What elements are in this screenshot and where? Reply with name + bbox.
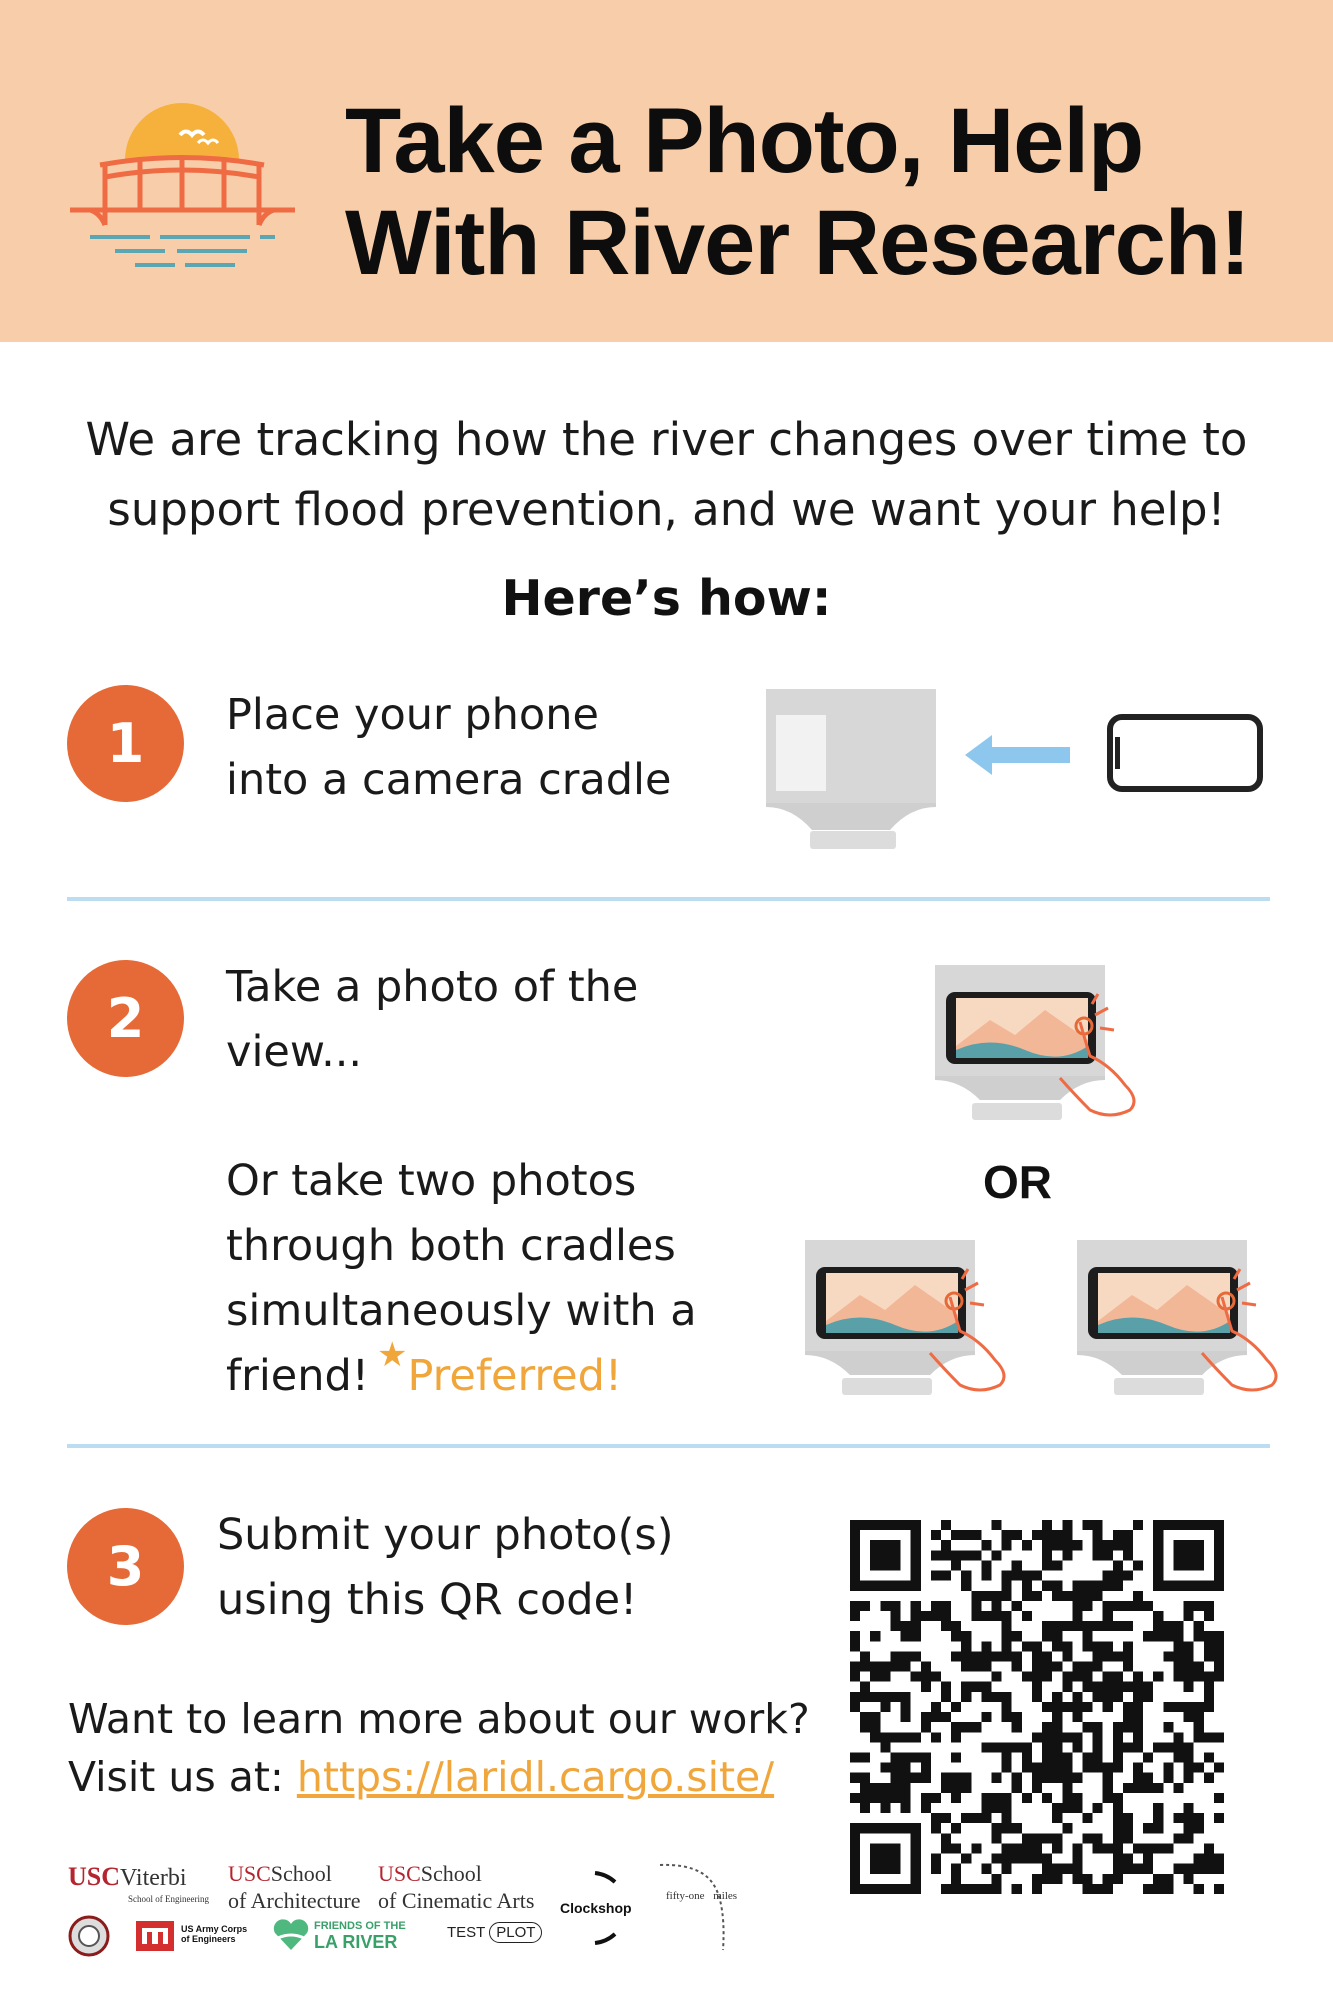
right-friend-photo-illustration <box>1077 1240 1278 1395</box>
test-label: TEST <box>447 1924 486 1941</box>
insert-phone-into-cradle-illustration <box>766 689 1263 849</box>
cinematic-arts-label: of Cinematic Arts <box>378 1888 535 1913</box>
step-3-text: Submit your photo(s) using this QR code! <box>217 1503 674 1633</box>
step-1-line-1: Place your phone <box>226 690 599 740</box>
step-2-alt-line-1: Or take two photos <box>226 1156 637 1206</box>
intro-line-1: We are tracking how the river changes ov… <box>85 413 1248 466</box>
viterbi-subtitle: School of Engineering <box>128 1894 209 1904</box>
learn-more-line-2: Visit us at: https://laridl.cargo.site/ <box>68 1748 810 1806</box>
qr-code[interactable] <box>850 1520 1224 1894</box>
intro-text: We are tracking how the river changes ov… <box>60 405 1273 545</box>
test-plot-logo: TEST PLOT <box>447 1922 543 1943</box>
usc-architecture-logo: USCSchool of Architecture <box>228 1862 361 1913</box>
title-line-1: Take a Photo, Help <box>345 90 1144 192</box>
step-2-number: 2 <box>67 960 184 1077</box>
friends-la-river-logo: FRIENDS OF THE LA RIVER <box>314 1918 406 1952</box>
intro-line-2: support flood prevention, and we want yo… <box>107 483 1226 536</box>
step-3-number: 3 <box>67 1508 184 1625</box>
preferred-label: Preferred! <box>407 1351 623 1401</box>
usc-arch-wordmark: USC <box>228 1861 271 1886</box>
usc-cinema-wordmark: USC <box>378 1861 421 1886</box>
divider-2 <box>67 1444 1270 1448</box>
step-2-alt-line-3: simultaneously with a <box>226 1286 697 1336</box>
bridge-sunset-logo-icon <box>70 103 295 267</box>
step-3-line-1: Submit your photo(s) <box>217 1510 674 1560</box>
step-1-number: 1 <box>67 685 184 802</box>
army-corps-label: US Army Corps of Engineers <box>181 1924 247 1944</box>
clockshop-label: Clockshop <box>560 1900 632 1916</box>
architecture-label: of Architecture <box>228 1888 361 1913</box>
qr-finder-pattern <box>850 1823 921 1894</box>
qr-finder-pattern <box>850 1520 921 1591</box>
miles-text: miles <box>713 1890 738 1902</box>
arch-school-label: School <box>270 1861 332 1886</box>
single-photo-illustration <box>935 965 1136 1120</box>
step-1-line-2: into a camera cradle <box>226 755 672 805</box>
friends-line-2: LA RIVER <box>314 1932 398 1952</box>
army-line-2: of Engineers <box>181 1934 236 1944</box>
step-2-alt-line-4-text: friend! <box>226 1351 370 1401</box>
visit-prefix: Visit us at: <box>68 1753 297 1801</box>
heart-icon <box>273 1919 309 1950</box>
usc-wordmark: USC <box>68 1862 121 1891</box>
learn-more-line-1: Want to learn more about our work? <box>68 1695 810 1743</box>
fifty-one-text: fifty-one <box>666 1890 705 1902</box>
page-title: Take a Photo, Help With River Research! <box>345 90 1305 294</box>
howto-heading: Here’s how: <box>501 570 832 627</box>
fifty-one-miles-logo-icon <box>659 1863 725 1951</box>
star-icon: ★ <box>377 1335 408 1375</box>
title-line-2: With River Research! <box>345 192 1251 294</box>
fifty-one-miles-label: fifty-one miles <box>666 1890 737 1902</box>
phone-icon <box>1107 714 1263 792</box>
viterbi-wordmark: Viterbi <box>120 1865 187 1891</box>
step-2-line-1: Take a photo of the <box>226 962 639 1012</box>
left-friend-photo-illustration <box>805 1240 1006 1395</box>
or-label: OR <box>983 1156 1052 1208</box>
header-banner: Take a Photo, Help With River Research! <box>0 0 1333 342</box>
learn-more: Want to learn more about our work? Visit… <box>68 1690 810 1806</box>
step-3-line-2: using this QR code! <box>217 1575 638 1625</box>
step-2-alt-line-4: friend! ★Preferred! <box>226 1335 697 1412</box>
usc-cinematic-arts-logo: USCSchool of Cinematic Arts <box>378 1862 534 1913</box>
step-1-text: Place your phone into a camera cradle <box>226 683 671 813</box>
camera-cradle-icon <box>766 689 936 849</box>
divider-1 <box>67 897 1270 901</box>
city-seal-icon <box>68 1915 110 1957</box>
left-arrow-icon <box>965 735 1070 775</box>
usc-viterbi-logo: USCViterbi School of Engineering <box>68 1862 209 1904</box>
website-link[interactable]: https://laridl.cargo.site/ <box>297 1753 774 1801</box>
qr-finder-pattern <box>1153 1520 1224 1591</box>
army-corps-castle-icon <box>136 1921 174 1951</box>
army-line-1: US Army Corps <box>181 1924 248 1934</box>
cinema-school-label: School <box>420 1861 482 1886</box>
plot-label: PLOT <box>489 1922 543 1943</box>
step-2-alt-text: Or take two photos through both cradles … <box>226 1149 697 1412</box>
step-2-line-2: view... <box>226 1027 363 1077</box>
step-2-text: Take a photo of the view... <box>226 955 638 1085</box>
step-2-alt-line-2: through both cradles <box>226 1221 676 1271</box>
